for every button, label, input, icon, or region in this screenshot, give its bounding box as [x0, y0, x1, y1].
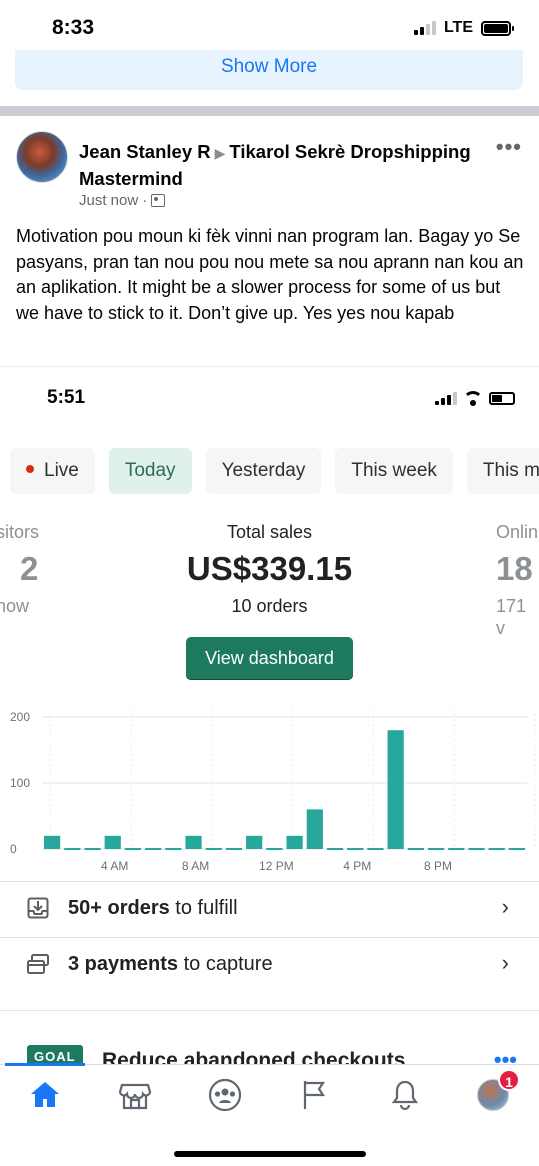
author-name[interactable]: Jean Stanley R — [79, 141, 211, 162]
chart-bar — [407, 848, 424, 850]
image-status-time: 5:51 — [47, 387, 86, 408]
status-indicators: LTE — [413, 19, 514, 37]
total-sales-stat: Total sales US$339.15 10 orders — [0, 521, 539, 617]
post-body: Motivation pou moun ki fèk vinni nan pro… — [16, 226, 524, 323]
chevron-right-icon: › — [501, 894, 509, 919]
chart-bar — [448, 848, 465, 850]
x-tick-label: 4 AM — [101, 859, 128, 873]
chart-bar — [104, 835, 121, 849]
stat-value: 18 — [496, 550, 533, 587]
y-tick-label: 100 — [10, 776, 30, 790]
pages-flag-icon[interactable] — [297, 1077, 333, 1113]
chart-bar — [185, 835, 202, 849]
task-label: to capture — [178, 953, 273, 975]
task-text: 50+ orders to fulfill — [68, 897, 238, 920]
task-count: 50+ orders — [68, 897, 170, 919]
chart-bar — [306, 809, 323, 849]
show-more-button[interactable]: Show More — [15, 50, 523, 90]
chart-bar — [508, 848, 525, 850]
chart-bar — [44, 835, 61, 849]
x-tick-label: 8 AM — [182, 859, 209, 873]
view-dashboard-button[interactable]: View dashboard — [186, 637, 353, 680]
orders-to-fulfill-row[interactable]: 50+ orders to fulfill › — [0, 881, 539, 935]
home-indicator[interactable] — [174, 1151, 366, 1157]
chevron-right-icon: › — [501, 950, 509, 975]
groups-icon[interactable] — [207, 1077, 243, 1113]
image-status-indicators — [435, 391, 515, 406]
stat-label: Onlin — [496, 522, 539, 542]
more-options-icon[interactable]: ••• — [496, 134, 522, 160]
tab-this-month[interactable]: This m — [466, 448, 539, 494]
chart-bar — [367, 848, 384, 850]
author-avatar[interactable] — [16, 131, 68, 183]
chart-bar — [165, 848, 182, 850]
stat-sub: 171 v — [496, 596, 527, 638]
battery-icon — [481, 20, 514, 36]
cards-icon — [27, 954, 49, 974]
signal-icon — [435, 391, 457, 405]
home-icon[interactable] — [27, 1077, 63, 1113]
stat-value: US$339.15 — [186, 550, 353, 587]
wifi-icon — [463, 391, 483, 406]
payments-to-capture-row[interactable]: 3 payments to capture › — [0, 937, 539, 991]
marketplace-icon[interactable] — [117, 1077, 153, 1113]
x-tick-label: 4 PM — [343, 859, 371, 873]
tab-label: Live — [44, 460, 79, 481]
feed-divider — [0, 106, 539, 116]
tab-this-week[interactable]: This week — [335, 448, 453, 494]
signal-icon — [413, 21, 436, 35]
sales-bar-chart: 0 100 200 4 AM 8 AM 12 PM 4 PM 8 PM — [10, 709, 536, 873]
y-tick-label: 0 — [10, 842, 17, 856]
chart-bar — [145, 848, 162, 850]
chart-bar — [468, 848, 485, 850]
chart-bar — [246, 835, 263, 849]
active-tab-indicator — [5, 1063, 85, 1066]
x-tick-label: 8 PM — [424, 859, 452, 873]
notification-badge: 1 — [498, 1069, 520, 1091]
network-label: LTE — [443, 19, 473, 36]
chart-bar — [84, 848, 101, 850]
chart-bar — [488, 848, 505, 850]
status-time: 8:33 — [52, 16, 95, 39]
chart-bar — [64, 848, 81, 850]
chart-bar — [225, 848, 243, 850]
task-label: to fulfill — [169, 897, 238, 919]
chart-bar — [347, 848, 364, 850]
post-timestamp[interactable]: Just now — [79, 192, 138, 209]
stat-sub: 10 orders — [231, 596, 308, 616]
chart-bar — [205, 848, 222, 850]
task-count: 3 payments — [68, 953, 179, 975]
chart-bar — [266, 848, 283, 850]
y-tick-label: 200 — [10, 710, 30, 724]
chart-bar — [387, 730, 404, 849]
group-privacy-icon — [151, 194, 166, 207]
tab-live[interactable]: Live — [10, 448, 95, 494]
tab-yesterday[interactable]: Yesterday — [205, 448, 322, 494]
stat-label: Total sales — [226, 522, 313, 542]
next-post-peek: GOAL Reduce abandoned checkouts ••• — [0, 1010, 539, 1066]
battery-icon — [489, 391, 515, 405]
status-bar: 8:33 LTE — [0, 0, 539, 56]
tab-today[interactable]: Today — [108, 448, 192, 494]
bottom-nav: 1 — [0, 1063, 539, 1166]
inbox-download-icon — [27, 897, 49, 919]
post-image[interactable]: 5:51 Live Today Yesterday This week This… — [0, 366, 539, 1006]
live-dot-icon — [26, 464, 34, 473]
chart-bar — [326, 848, 344, 850]
chart-bar — [286, 835, 303, 849]
notifications-bell-icon[interactable] — [387, 1077, 423, 1113]
dot-separator: · — [142, 192, 148, 209]
online-stat: Onlin 18 171 v — [496, 521, 539, 639]
date-range-tabs: Live Today Yesterday This week This m — [10, 448, 539, 494]
post-author-line: Jean Stanley R ▶ Tikarol Sekrè Dropshippin… — [79, 139, 479, 191]
task-text: 3 payments to capture — [68, 953, 273, 976]
chart-bar — [427, 848, 445, 850]
chart-bar — [124, 848, 142, 850]
post-meta: Just now · — [79, 192, 166, 209]
x-tick-label: 12 PM — [259, 859, 294, 873]
triangle-right-icon: ▶ — [214, 145, 226, 161]
